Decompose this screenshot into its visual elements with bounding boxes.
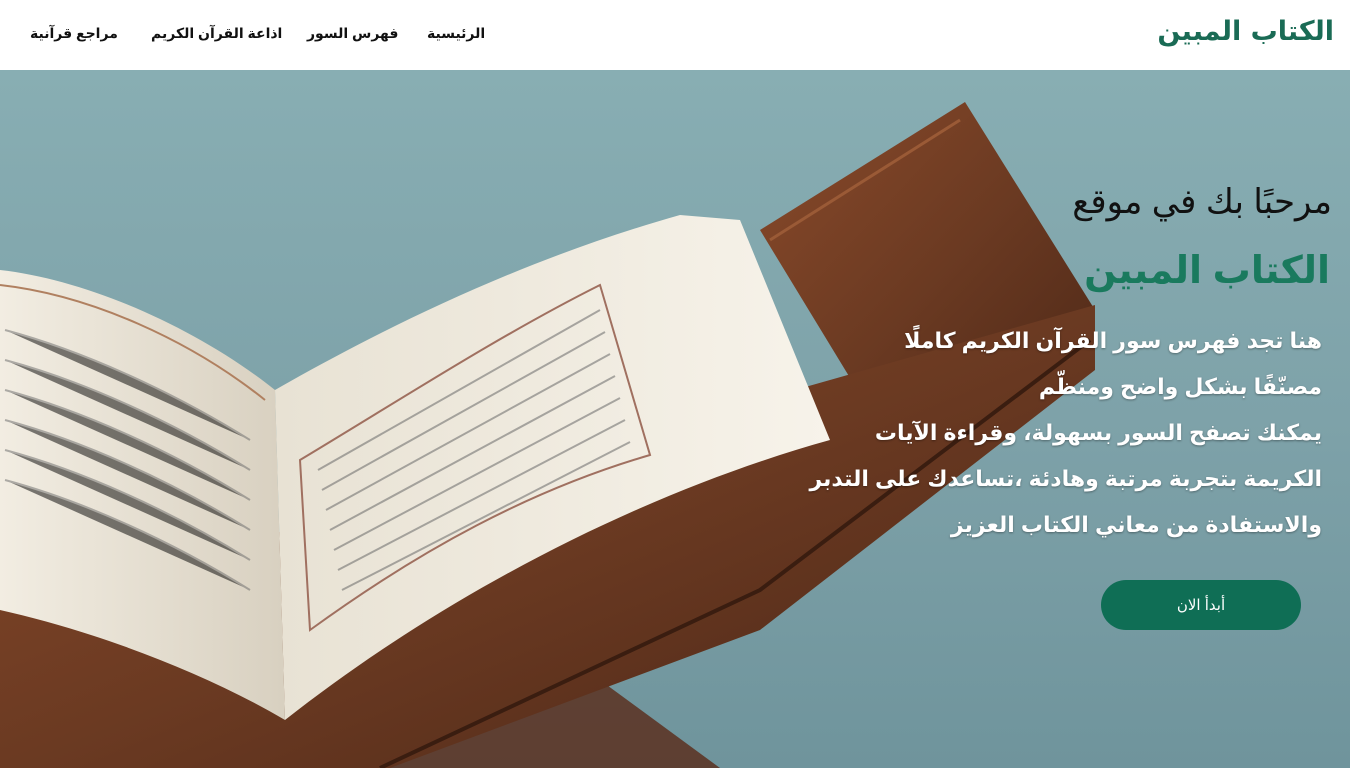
hero-site-name: الكتاب المبين <box>1084 250 1330 292</box>
brand-logo-text[interactable]: الكتاب المبين <box>1157 16 1334 47</box>
nav-link-home[interactable]: الرئيسية <box>427 25 485 42</box>
hero-description-line: الكريمة بتجربة مرتبة وهادئة ،تساعدك على … <box>809 466 1322 491</box>
hero-description-line: مصنّفًا بشكل واضح ومنظّم <box>1038 374 1322 399</box>
hero-section: مرحبًا بك في موقع الكتاب المبين هنا تجد … <box>0 70 1350 768</box>
nav-link-quran-references[interactable]: مراجع قرآنية <box>30 25 118 42</box>
top-navbar: الكتاب المبين الرئيسية فهرس السور اذاعة … <box>0 0 1350 70</box>
start-now-button[interactable]: أبدأ الان <box>1101 580 1301 630</box>
nav-link-quran-radio[interactable]: اذاعة القرآن الكريم <box>151 25 282 42</box>
quran-on-stand-image <box>0 102 1095 768</box>
hero-description-line: يمكنك تصفح السور بسهولة، وقراءة الآيات <box>874 420 1322 445</box>
hero-description-line: هنا تجد فهرس سور القرآن الكريم كاملًا <box>904 328 1322 353</box>
hero-welcome-heading: مرحبًا بك في موقع <box>1072 183 1332 221</box>
nav-link-surah-index[interactable]: فهرس السور <box>307 25 398 42</box>
hero-description-line: والاستفادة من معاني الكتاب العزيز <box>950 512 1322 537</box>
